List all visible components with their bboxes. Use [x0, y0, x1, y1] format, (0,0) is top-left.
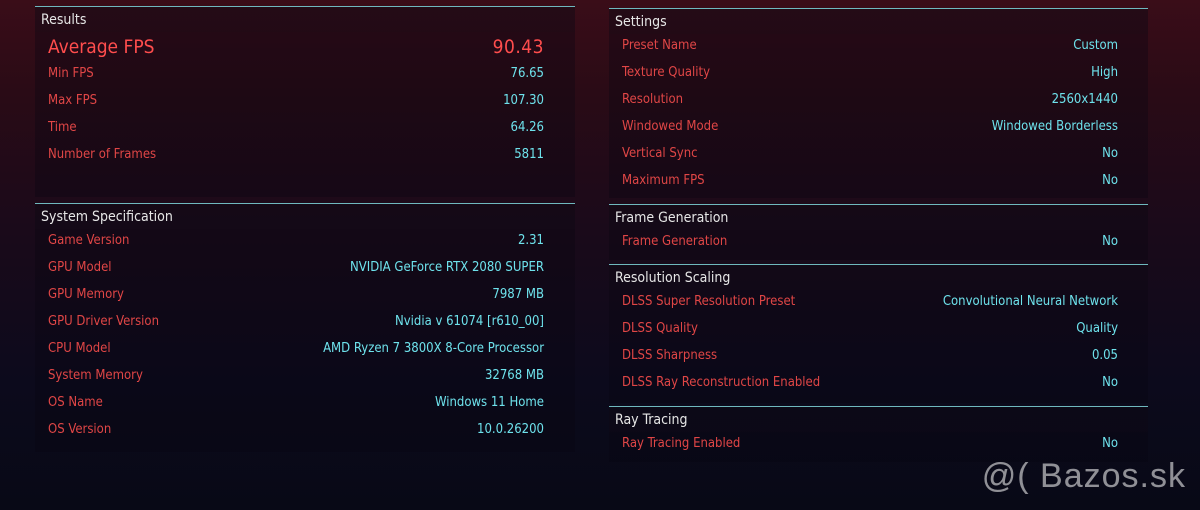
- average-fps-label: Average FPS: [48, 36, 155, 58]
- results-row-value: 107.30: [503, 93, 544, 108]
- frame-generation-row-label: Frame Generation: [622, 234, 728, 249]
- settings-row-value: No: [1102, 173, 1118, 188]
- system-row-label: GPU Memory: [48, 287, 124, 302]
- results-row: Min FPS 76.65: [35, 66, 575, 86]
- resolution-scaling-row-value: Convolutional Neural Network: [942, 294, 1118, 309]
- settings-section-header: Settings: [609, 8, 1148, 34]
- settings-row-value: Custom: [1073, 38, 1118, 53]
- resolution-scaling-row: DLSS Sharpness 0.05: [609, 348, 1148, 368]
- results-row: Max FPS 107.30: [35, 93, 575, 113]
- settings-row-label: Preset Name: [622, 38, 697, 53]
- resolution-scaling-row: DLSS Quality Quality: [609, 321, 1148, 341]
- settings-row-label: Texture Quality: [622, 65, 711, 80]
- resolution-scaling-row-value: Quality: [1076, 321, 1118, 336]
- resolution-scaling-row-label: DLSS Super Resolution Preset: [622, 294, 796, 309]
- results-title: Results: [41, 12, 87, 28]
- frame-generation-row-value: No: [1102, 234, 1118, 249]
- results-row-value: 5811: [514, 147, 544, 162]
- system-title: System Specification: [41, 209, 173, 225]
- system-row-value: Windows 11 Home: [434, 395, 544, 410]
- resolution-scaling-row-value: 0.05: [1091, 348, 1118, 363]
- system-row: OS Version 10.0.26200: [35, 422, 575, 442]
- settings-row-value: Windowed Borderless: [991, 119, 1118, 134]
- results-section: Average FPS 90.43 Min FPS 76.65 Max FPS …: [35, 32, 575, 197]
- resolution-scaling-row: DLSS Ray Reconstruction Enabled No: [609, 375, 1148, 395]
- system-row: GPU Model NVIDIA GeForce RTX 2080 SUPER: [35, 260, 575, 280]
- settings-row: Vertical Sync No: [609, 146, 1148, 166]
- average-fps-row: Average FPS 90.43: [35, 36, 575, 62]
- results-row-value: 76.65: [510, 66, 544, 81]
- system-section-header: System Specification: [35, 203, 575, 229]
- settings-row: Windowed Mode Windowed Borderless: [609, 119, 1148, 139]
- system-row-value: AMD Ryzen 7 3800X 8-Core Processor: [323, 341, 544, 356]
- ray-tracing-row-value: No: [1102, 436, 1118, 451]
- system-row-label: CPU Model: [48, 341, 111, 356]
- results-row-label: Min FPS: [48, 66, 94, 81]
- frame-generation-section: Frame Generation No: [609, 230, 1148, 260]
- system-row: System Memory 32768 MB: [35, 368, 575, 388]
- ray-tracing-section-header: Ray Tracing: [609, 406, 1148, 432]
- settings-row-value: 2560x1440: [1051, 92, 1118, 107]
- resolution-scaling-row-label: DLSS Ray Reconstruction Enabled: [622, 375, 821, 390]
- system-row-value: 10.0.26200: [477, 422, 544, 437]
- system-row-label: OS Version: [48, 422, 112, 437]
- system-row: CPU Model AMD Ryzen 7 3800X 8-Core Proce…: [35, 341, 575, 361]
- resolution-scaling-row-label: DLSS Quality: [622, 321, 698, 336]
- settings-row-value: No: [1102, 146, 1118, 161]
- results-row-label: Number of Frames: [48, 147, 157, 162]
- settings-row-label: Maximum FPS: [622, 173, 705, 188]
- settings-row: Preset Name Custom: [609, 38, 1148, 58]
- settings-row-label: Resolution: [622, 92, 684, 107]
- system-row: GPU Memory 7987 MB: [35, 287, 575, 307]
- settings-row-value: High: [1091, 65, 1118, 80]
- system-row-value: 2.31: [517, 233, 544, 248]
- system-row-value: Nvidia v 61074 [r610_00]: [395, 314, 544, 329]
- results-row: Number of Frames 5811: [35, 147, 575, 167]
- system-row-label: GPU Driver Version: [48, 314, 159, 329]
- resolution-scaling-title: Resolution Scaling: [615, 270, 731, 286]
- settings-row: Resolution 2560x1440: [609, 92, 1148, 112]
- system-row: OS Name Windows 11 Home: [35, 395, 575, 415]
- settings-section: Preset Name Custom Texture Quality High …: [609, 34, 1148, 198]
- ray-tracing-row-label: Ray Tracing Enabled: [622, 436, 741, 451]
- ray-tracing-row: Ray Tracing Enabled No: [609, 436, 1148, 456]
- system-row-label: OS Name: [48, 395, 103, 410]
- resolution-scaling-section: DLSS Super Resolution Preset Convolution…: [609, 290, 1148, 403]
- system-row-value: NVIDIA GeForce RTX 2080 SUPER: [350, 260, 544, 275]
- system-row: Game Version 2.31: [35, 233, 575, 253]
- frame-generation-row: Frame Generation No: [609, 234, 1148, 254]
- frame-generation-section-header: Frame Generation: [609, 204, 1148, 230]
- system-row-label: System Memory: [48, 368, 143, 383]
- results-row-label: Max FPS: [48, 93, 98, 108]
- resolution-scaling-section-header: Resolution Scaling: [609, 264, 1148, 290]
- resolution-scaling-row-value: No: [1102, 375, 1118, 390]
- system-row-value: 7987 MB: [492, 287, 544, 302]
- settings-row-label: Vertical Sync: [622, 146, 698, 161]
- frame-generation-title: Frame Generation: [615, 210, 729, 226]
- system-section: Game Version 2.31 GPU Model NVIDIA GeFor…: [35, 229, 575, 452]
- resolution-scaling-row: DLSS Super Resolution Preset Convolution…: [609, 294, 1148, 314]
- resolution-scaling-row-label: DLSS Sharpness: [622, 348, 718, 363]
- ray-tracing-title: Ray Tracing: [615, 412, 688, 428]
- system-row: GPU Driver Version Nvidia v 61074 [r610_…: [35, 314, 575, 334]
- settings-row: Maximum FPS No: [609, 173, 1148, 193]
- system-row-label: Game Version: [48, 233, 130, 248]
- results-row: Time 64.26: [35, 120, 575, 140]
- results-row-value: 64.26: [510, 120, 544, 135]
- system-row-value: 32768 MB: [484, 368, 544, 383]
- system-row-label: GPU Model: [48, 260, 112, 275]
- settings-title: Settings: [615, 14, 667, 30]
- bazos-watermark: @( Bazos.sk: [981, 457, 1186, 495]
- average-fps-value: 90.43: [492, 36, 544, 58]
- results-row-label: Time: [48, 120, 77, 135]
- results-section-header: Results: [35, 6, 575, 32]
- settings-row: Texture Quality High: [609, 65, 1148, 85]
- settings-row-label: Windowed Mode: [622, 119, 719, 134]
